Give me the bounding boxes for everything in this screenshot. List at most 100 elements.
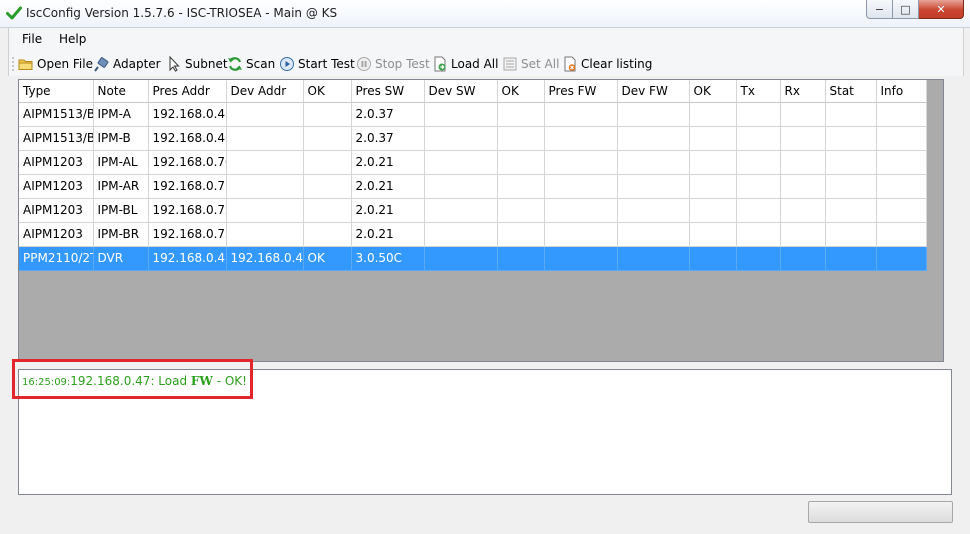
table-cell: 192.168.0.71	[148, 174, 227, 199]
subnet-button[interactable]: Subnet	[166, 54, 228, 74]
stop-test-label: Stop Test	[375, 57, 430, 71]
table-cell	[497, 222, 545, 247]
table-cell	[825, 198, 877, 223]
table-cell	[736, 246, 781, 271]
table-row[interactable]: AIPM1203 IPM-AR 192.168.0.71 2.0.21	[19, 174, 927, 199]
column-header[interactable]: Type	[19, 80, 94, 103]
window-controls: − □ ✕	[866, 0, 964, 19]
table-cell: 2.0.21	[351, 198, 425, 223]
column-header[interactable]: Tx	[736, 80, 781, 103]
column-header[interactable]: Dev Addr	[226, 80, 304, 103]
play-circle-icon	[280, 57, 294, 71]
column-header[interactable]: OK	[689, 80, 737, 103]
table-cell	[876, 174, 927, 199]
table-cell	[617, 222, 690, 247]
column-header[interactable]: OK	[303, 80, 352, 103]
table-cell	[825, 174, 877, 199]
table-cell: DVR	[93, 246, 149, 271]
table-cell: PPM2110/2T	[19, 246, 94, 271]
set-all-label: Set All	[521, 57, 560, 71]
table-cell: 192.168.0.73	[148, 222, 227, 247]
column-header[interactable]: Dev SW	[424, 80, 498, 103]
green-check-icon	[6, 6, 22, 20]
table-cell	[497, 198, 545, 223]
table-cell	[780, 126, 826, 151]
table-cell	[689, 126, 737, 151]
menu-file[interactable]: File	[22, 32, 42, 46]
table-cell	[424, 222, 498, 247]
column-header[interactable]: Stat	[825, 80, 877, 103]
table-cell	[303, 174, 352, 199]
table-cell	[736, 198, 781, 223]
maximize-button[interactable]: □	[893, 0, 919, 19]
refresh-icon	[228, 57, 242, 71]
column-header[interactable]: Pres Addr	[148, 80, 227, 103]
table-cell	[497, 102, 545, 127]
table-cell	[780, 222, 826, 247]
table-cell	[544, 222, 618, 247]
toolbar-grip[interactable]	[12, 56, 14, 72]
table-row[interactable]: AIPM1203 IPM-BR 192.168.0.73 2.0.21	[19, 222, 927, 247]
table-cell	[617, 246, 690, 271]
stop-test-button[interactable]: Stop Test	[356, 54, 430, 74]
table-cell: OK	[303, 246, 352, 271]
table-cell	[780, 174, 826, 199]
title-bar[interactable]: IscConfig Version 1.5.7.6 - ISC-TRIOSEA …	[0, 0, 970, 28]
table-cell	[424, 198, 498, 223]
annotation-highlight-box	[12, 359, 253, 399]
table-cell	[825, 246, 877, 271]
minimize-button[interactable]: −	[866, 0, 893, 19]
table-cell	[544, 126, 618, 151]
table-cell	[226, 102, 304, 127]
adapter-plug-icon	[94, 57, 109, 72]
close-button[interactable]: ✕	[919, 0, 964, 19]
table-cell	[424, 246, 498, 271]
device-grid[interactable]: Type Note Pres Addr Dev Addr OK Pres SW Dev SW…	[18, 79, 944, 362]
table-cell	[876, 222, 927, 247]
table-cell	[544, 102, 618, 127]
column-header[interactable]: Rx	[780, 80, 826, 103]
maximize-icon: □	[900, 2, 911, 16]
load-all-button[interactable]: Load All	[432, 54, 498, 74]
table-cell	[226, 174, 304, 199]
start-test-button[interactable]: Start Test	[279, 54, 355, 74]
column-header[interactable]: OK	[497, 80, 545, 103]
menu-help[interactable]: Help	[59, 32, 86, 46]
table-cell: 2.0.37	[351, 102, 425, 127]
table-row[interactable]: PPM2110/2T DVR 192.168.0.47 192.168.0.47 OK 3…	[19, 246, 927, 271]
set-all-button[interactable]: Set All	[502, 54, 559, 74]
column-header[interactable]: Info	[876, 80, 927, 103]
table-cell	[876, 102, 927, 127]
table-cell: AIPM1513/B	[19, 102, 94, 127]
table-cell	[424, 126, 498, 151]
clear-listing-button[interactable]: Clear listing	[562, 54, 652, 74]
column-header[interactable]: Pres FW	[544, 80, 618, 103]
table-row[interactable]: AIPM1513/B IPM-B 192.168.0.46 2.0.37	[19, 126, 927, 151]
column-header[interactable]: Pres SW	[351, 80, 425, 103]
table-cell: IPM-AR	[93, 174, 149, 199]
table-cell	[780, 102, 826, 127]
table-cell	[876, 150, 927, 175]
table-row[interactable]: AIPM1203 IPM-AL 192.168.0.70 2.0.21	[19, 150, 927, 175]
scan-button[interactable]: Scan	[227, 54, 275, 74]
table-cell	[825, 150, 877, 175]
start-test-label: Start Test	[298, 57, 355, 71]
window-title: IscConfig Version 1.5.7.6 - ISC-TRIOSEA …	[26, 6, 338, 20]
table-cell	[303, 102, 352, 127]
clear-document-icon	[564, 56, 576, 72]
table-cell	[617, 198, 690, 223]
table-cell: 2.0.37	[351, 126, 425, 151]
open-file-button[interactable]: Open File	[18, 54, 93, 74]
table-row[interactable]: AIPM1203 IPM-BL 192.168.0.72 2.0.21	[19, 198, 927, 223]
table-cell	[424, 102, 498, 127]
table-cell	[544, 150, 618, 175]
table-cell: AIPM1203	[19, 150, 94, 175]
column-header[interactable]: Note	[93, 80, 149, 103]
column-header[interactable]: Dev FW	[617, 80, 690, 103]
table-cell: IPM-A	[93, 102, 149, 127]
adapter-label: Adapter	[113, 57, 161, 71]
adapter-button[interactable]: Adapter	[94, 54, 161, 74]
table-row[interactable]: AIPM1513/B IPM-A 192.168.0.45 2.0.37	[19, 102, 927, 127]
table-cell	[736, 174, 781, 199]
table-cell	[303, 150, 352, 175]
